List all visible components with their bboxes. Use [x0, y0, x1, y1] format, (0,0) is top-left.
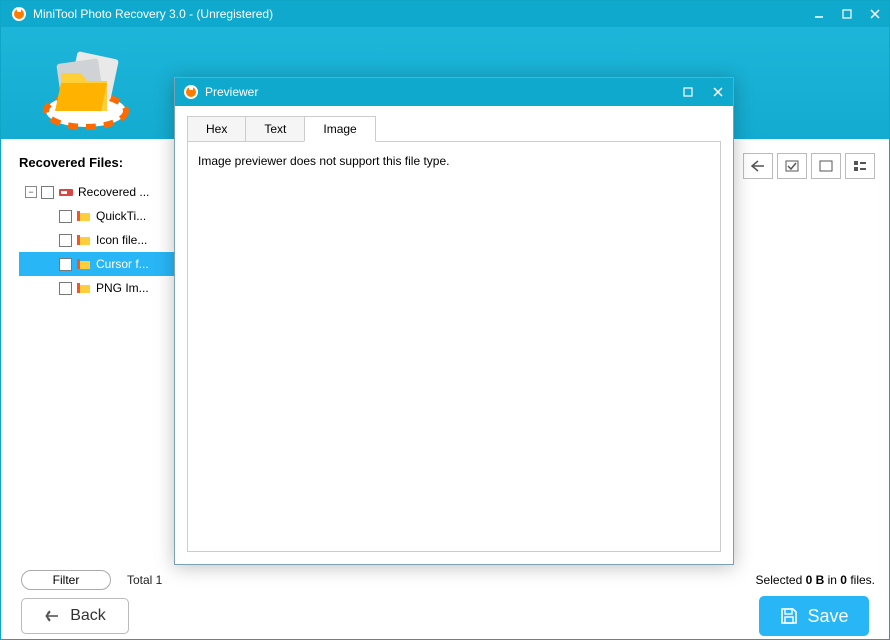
tab-text[interactable]: Text: [245, 116, 305, 142]
tab-hex[interactable]: Hex: [187, 116, 246, 142]
previewer-close-button[interactable]: [703, 78, 733, 106]
app-logo: [31, 33, 141, 133]
app-icon: [11, 6, 27, 22]
list-view-button[interactable]: [845, 153, 875, 179]
selected-status: Selected 0 B in 0 files.: [756, 573, 875, 587]
folder-icon: [76, 208, 92, 224]
tree-root-label: Recovered ...: [78, 185, 149, 199]
tree-checkbox[interactable]: [59, 210, 72, 223]
previewer-maximize-button[interactable]: [673, 78, 703, 106]
previewer-titlebar: Previewer: [175, 78, 733, 106]
tree-item-label: PNG Im...: [96, 281, 149, 295]
minimize-button[interactable]: [805, 1, 833, 27]
previewer-content: Image previewer does not support this fi…: [187, 141, 721, 552]
drive-icon: [58, 184, 74, 200]
back-arrow-button[interactable]: [743, 153, 773, 179]
folder-icon: [76, 232, 92, 248]
maximize-button[interactable]: [833, 1, 861, 27]
tree-expander-icon[interactable]: −: [25, 186, 37, 198]
save-icon: [779, 606, 799, 626]
check-view-button[interactable]: [777, 153, 807, 179]
filter-button[interactable]: Filter: [21, 570, 111, 590]
tree-checkbox[interactable]: [41, 186, 54, 199]
tree-checkbox[interactable]: [59, 234, 72, 247]
tree-item-label: Icon file...: [96, 233, 147, 247]
tree-checkbox[interactable]: [59, 282, 72, 295]
app-icon: [183, 84, 199, 100]
save-label: Save: [807, 606, 848, 627]
window-title: MiniTool Photo Recovery 3.0 - (Unregiste…: [33, 7, 273, 21]
folder-icon: [76, 280, 92, 296]
previewer-message: Image previewer does not support this fi…: [198, 154, 449, 168]
save-button[interactable]: Save: [759, 596, 869, 636]
filter-label: Filter: [53, 573, 80, 587]
tab-image[interactable]: Image: [304, 116, 375, 142]
folder-icon: [76, 256, 92, 272]
previewer-tabs: Hex Text Image: [187, 116, 721, 142]
rect-view-button[interactable]: [811, 153, 841, 179]
total-label: Total 1: [127, 573, 162, 587]
tree-item-label: Cursor f...: [96, 257, 149, 271]
back-label: Back: [70, 607, 106, 625]
back-arrow-icon: [44, 609, 62, 623]
view-toolbar: [743, 153, 875, 179]
main-titlebar: MiniTool Photo Recovery 3.0 - (Unregiste…: [1, 1, 889, 27]
tree-item-label: QuickTi...: [96, 209, 146, 223]
back-button[interactable]: Back: [21, 598, 129, 634]
footer: Filter Total 1 Selected 0 B in 0 files. …: [1, 567, 889, 639]
previewer-title: Previewer: [205, 85, 258, 99]
tree-checkbox[interactable]: [59, 258, 72, 271]
close-button[interactable]: [861, 1, 889, 27]
previewer-dialog: Previewer Hex Text Image Image previewer…: [174, 77, 734, 565]
